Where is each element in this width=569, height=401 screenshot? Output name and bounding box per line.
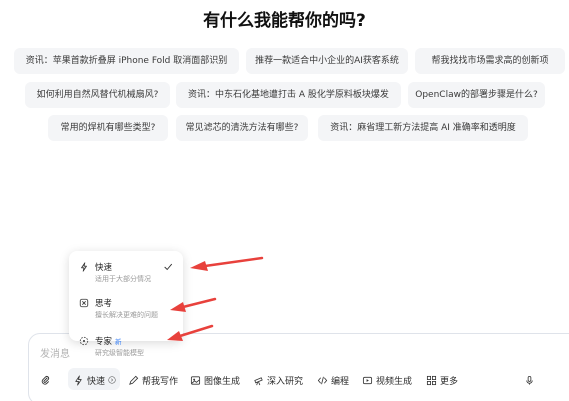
microphone-button[interactable] xyxy=(524,372,535,388)
research-label: 深入研究 xyxy=(267,376,304,387)
suggestion-chip[interactable]: 资讯：中东石化基地遭打击 A 股化学原料板块爆发 xyxy=(176,82,401,108)
video-button[interactable]: 视频生成 xyxy=(362,372,412,388)
mode-select-button[interactable]: 快速 xyxy=(73,372,116,388)
mode-option-desc: 适用于大部分情况 xyxy=(95,275,151,283)
chevron-icon xyxy=(108,376,116,384)
suggestion-chip[interactable]: 如何利用自然风替代机械扇风? xyxy=(25,82,170,108)
annotation-arrow xyxy=(203,256,264,268)
suggestion-chip[interactable]: OpenClaw的部署步骤是什么? xyxy=(408,82,545,108)
microphone-icon xyxy=(526,375,533,385)
suggestion-chip[interactable]: 资讯：苹果首款折叠屏 iPhone Fold 取消面部识别 xyxy=(14,48,239,74)
annotation-arrow-head xyxy=(190,261,208,271)
suggestion-chip[interactable]: 常见滤芯的清洗方法有哪些? xyxy=(176,115,308,141)
attach-button[interactable] xyxy=(40,372,51,388)
image-icon xyxy=(190,375,201,385)
research-button[interactable]: 深入研究 xyxy=(253,372,303,388)
suggestion-chip[interactable]: 帮我找找市场需求高的创新项 xyxy=(415,48,565,74)
mode-option-title: 快速 xyxy=(95,263,113,273)
telescope-icon xyxy=(254,376,263,385)
mode-option-desc: 擅长解决更难的问题 xyxy=(95,311,158,319)
sparkle-icon xyxy=(79,336,89,346)
more-button[interactable]: 更多 xyxy=(426,372,458,388)
page-heading: 有什么我能帮你的吗? xyxy=(203,11,366,31)
message-input-placeholder[interactable]: 发消息 xyxy=(40,345,70,360)
suggestion-chip[interactable]: 推荐一款适合中小企业的AI获客系统 xyxy=(246,48,408,74)
checkmark-icon xyxy=(164,263,173,271)
new-badge: 新 xyxy=(115,338,122,346)
image-label: 图像生成 xyxy=(204,376,241,387)
mode-option-title: 思考 xyxy=(95,299,113,309)
suggestion-chip[interactable]: 资讯：麻省理工新方法提高 AI 准确率和透明度 xyxy=(318,115,528,141)
more-label: 更多 xyxy=(440,376,459,387)
write-label: 帮我写作 xyxy=(142,376,179,387)
atom-icon xyxy=(79,298,89,308)
lightning-icon xyxy=(75,375,82,385)
pen-icon xyxy=(129,375,139,385)
lightning-icon xyxy=(81,262,87,272)
suggestion-chip[interactable]: 常用的焊机有哪些类型? xyxy=(48,115,168,141)
image-button[interactable]: 图像生成 xyxy=(190,372,240,388)
write-button[interactable]: 帮我写作 xyxy=(128,372,178,388)
video-label: 视频生成 xyxy=(376,376,413,387)
mode-option-expert[interactable]: 专家新 研究级智能模型 xyxy=(79,335,179,359)
mode-select-label: 快速 xyxy=(87,376,106,387)
mode-option-think[interactable]: 思考 擅长解决更难的问题 xyxy=(79,297,179,321)
video-icon xyxy=(362,376,373,384)
mode-option-desc: 研究级智能模型 xyxy=(95,349,144,357)
code-label: 编程 xyxy=(331,376,350,387)
paperclip-icon xyxy=(41,375,50,385)
code-button[interactable]: 编程 xyxy=(317,372,349,388)
mode-option-title: 专家新 xyxy=(95,337,122,347)
code-icon xyxy=(317,376,328,384)
grid-icon xyxy=(426,375,437,385)
annotation-arrow xyxy=(181,297,217,309)
